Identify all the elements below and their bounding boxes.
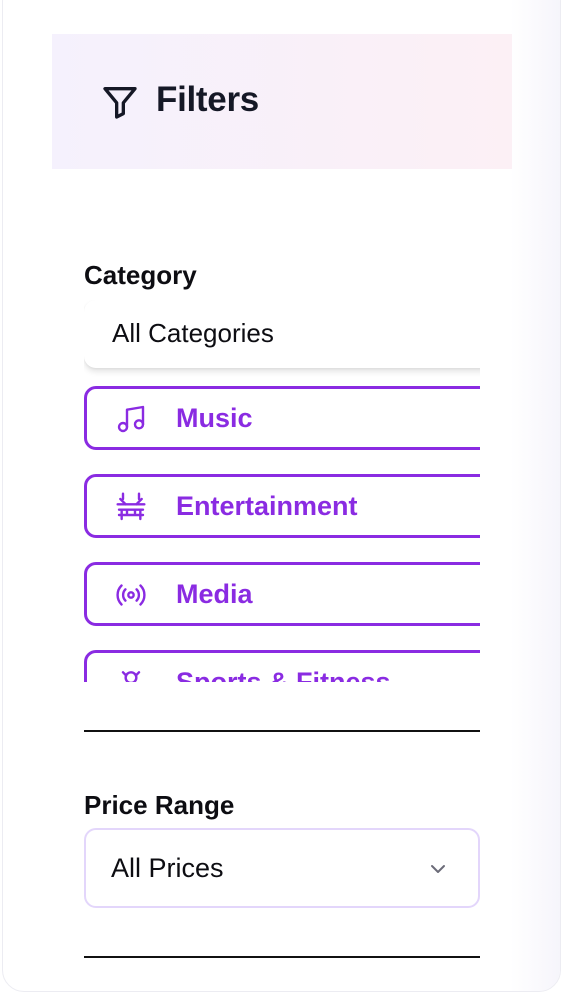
filter-icon	[103, 87, 137, 119]
category-option-entertainment-label: Entertainment	[176, 491, 358, 521]
category-option-music-label: Music	[176, 403, 253, 433]
category-option-entertainment[interactable]: Entertainment	[84, 474, 480, 538]
price-range-select[interactable]: All Prices	[84, 828, 480, 908]
section-divider	[84, 956, 480, 958]
price-range-value: All Prices	[111, 853, 224, 883]
category-option-sports-fitness[interactable]: Sports & Fitness	[84, 650, 480, 682]
chevron-down-icon	[431, 865, 445, 873]
category-option-all[interactable]: All Categories	[84, 300, 480, 368]
category-option-all-label: All Categories	[112, 318, 274, 348]
category-option-media[interactable]: Media	[84, 562, 480, 626]
category-option-sports-fitness-label: Sports & Fitness	[176, 667, 391, 682]
category-option-media-label: Media	[176, 579, 253, 609]
price-range-label: Price Range	[84, 790, 235, 820]
category-option-music[interactable]: Music	[84, 386, 480, 450]
filters-header: Filters	[52, 34, 512, 169]
filters-title: Filters	[156, 80, 259, 119]
broadcast-icon	[116, 584, 146, 606]
category-label: Category	[84, 260, 197, 290]
category-list[interactable]: All Categories Music Entertainment Media	[84, 300, 480, 682]
sports-icon	[121, 671, 141, 682]
music-note-icon	[117, 405, 145, 433]
theater-icon	[116, 492, 146, 521]
panel-edge-shade	[510, 0, 560, 991]
section-divider	[84, 730, 480, 732]
